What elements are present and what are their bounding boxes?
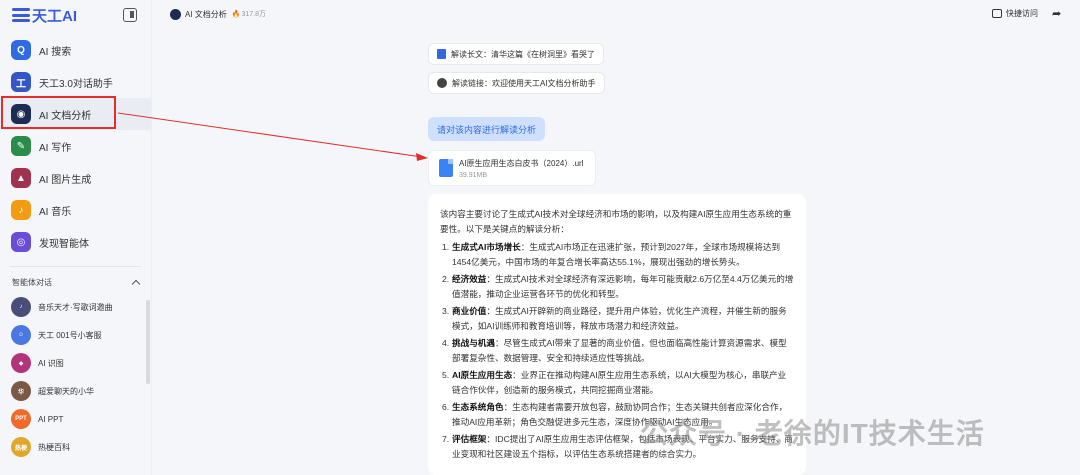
arrow-line	[117, 112, 423, 158]
arrow-annotation	[117, 112, 428, 161]
arrow-head	[416, 153, 428, 161]
watermark: 公众号 · 老徐的IT技术生活	[640, 418, 985, 449]
